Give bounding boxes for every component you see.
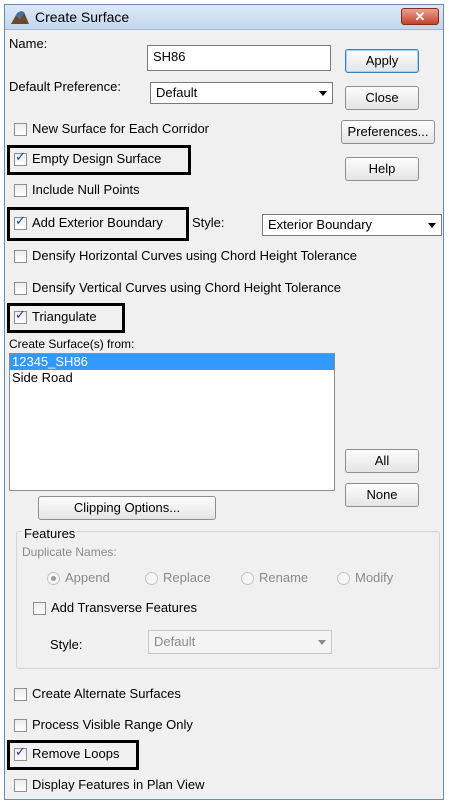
add-transverse-features-label: Add Transverse Features	[51, 600, 197, 615]
display-features-plan-view-checkbox[interactable]	[14, 779, 27, 792]
preferences-button[interactable]: Preferences...	[341, 120, 435, 144]
include-null-points-checkbox[interactable]	[14, 184, 27, 197]
process-visible-range-checkbox[interactable]	[14, 719, 27, 732]
replace-radio[interactable]	[145, 572, 158, 585]
close-icon: ✕	[414, 9, 426, 24]
source-surfaces-list[interactable]: 12345_SH86 Side Road	[9, 353, 335, 491]
display-features-plan-view-label: Display Features in Plan View	[32, 777, 205, 792]
boundary-style-label: Style:	[192, 215, 225, 230]
densify-horizontal-checkbox[interactable]	[14, 250, 27, 263]
rename-label: Rename	[259, 570, 309, 585]
feature-style-value: Default	[154, 634, 196, 649]
select-all-button[interactable]: All	[345, 449, 419, 473]
duplicate-names-label: Duplicate Names:	[22, 545, 117, 559]
chevron-down-icon	[319, 91, 327, 96]
window-title: Create Surface	[35, 9, 130, 25]
close-window-button[interactable]: ✕	[401, 8, 439, 25]
clipping-options-button[interactable]: Clipping Options...	[38, 496, 216, 520]
densify-vertical-label: Densify Vertical Curves using Chord Heig…	[32, 280, 342, 295]
modify-radio[interactable]	[337, 572, 350, 585]
add-exterior-boundary-label: Add Exterior Boundary	[32, 215, 163, 230]
features-group-label: Features	[22, 526, 78, 541]
remove-loops-label: Remove Loops	[32, 746, 120, 761]
remove-loops-checkbox[interactable]	[14, 745, 27, 761]
add-transverse-features-checkbox[interactable]	[33, 602, 46, 615]
densify-vertical-checkbox[interactable]	[14, 282, 27, 295]
list-item[interactable]: Side Road	[10, 370, 334, 386]
append-radio[interactable]	[47, 572, 60, 585]
default-preference-label: Default Preference:	[9, 79, 122, 94]
name-input[interactable]: SH86	[147, 45, 331, 71]
densify-horizontal-label: Densify Horizontal Curves using Chord He…	[32, 248, 357, 263]
create-from-label: Create Surface(s) from:	[9, 337, 135, 351]
triangulate-label: Triangulate	[32, 309, 97, 324]
empty-design-surface-label: Empty Design Surface	[32, 151, 162, 166]
new-surface-each-corridor-label: New Surface for Each Corridor	[32, 121, 210, 136]
default-preference-select[interactable]: Default	[150, 82, 333, 104]
title-bar[interactable]: Create Surface ✕	[5, 5, 443, 30]
include-null-points-label: Include Null Points	[32, 182, 140, 197]
process-visible-range-label: Process Visible Range Only	[32, 717, 193, 732]
select-none-button[interactable]: None	[345, 483, 419, 507]
close-button[interactable]: Close	[345, 86, 419, 110]
boundary-style-value: Exterior Boundary	[268, 217, 373, 232]
append-label: Append	[65, 570, 110, 585]
feature-style-select[interactable]: Default	[148, 630, 332, 654]
name-label: Name:	[9, 36, 48, 51]
default-preference-value: Default	[156, 85, 198, 100]
rename-radio[interactable]	[241, 572, 254, 585]
help-button[interactable]: Help	[345, 157, 419, 181]
apply-button[interactable]: Apply	[345, 49, 419, 73]
triangulate-checkbox[interactable]	[14, 308, 27, 324]
add-exterior-boundary-checkbox[interactable]	[14, 214, 27, 230]
modify-label: Modify	[355, 570, 394, 585]
chevron-down-icon	[318, 640, 326, 645]
feature-style-label: Style:	[50, 637, 83, 652]
list-item[interactable]: 12345_SH86	[10, 354, 334, 370]
create-alternate-surfaces-label: Create Alternate Surfaces	[32, 686, 181, 701]
replace-label: Replace	[163, 570, 211, 585]
create-surface-dialog: Create Surface ✕ Name: SH86 Apply Defaul…	[4, 4, 444, 800]
empty-design-surface-checkbox[interactable]	[14, 150, 27, 166]
app-surface-icon	[11, 11, 29, 24]
create-alternate-surfaces-checkbox[interactable]	[14, 688, 27, 701]
new-surface-each-corridor-checkbox[interactable]	[14, 123, 27, 136]
boundary-style-select[interactable]: Exterior Boundary	[262, 214, 442, 236]
chevron-down-icon	[428, 223, 436, 228]
